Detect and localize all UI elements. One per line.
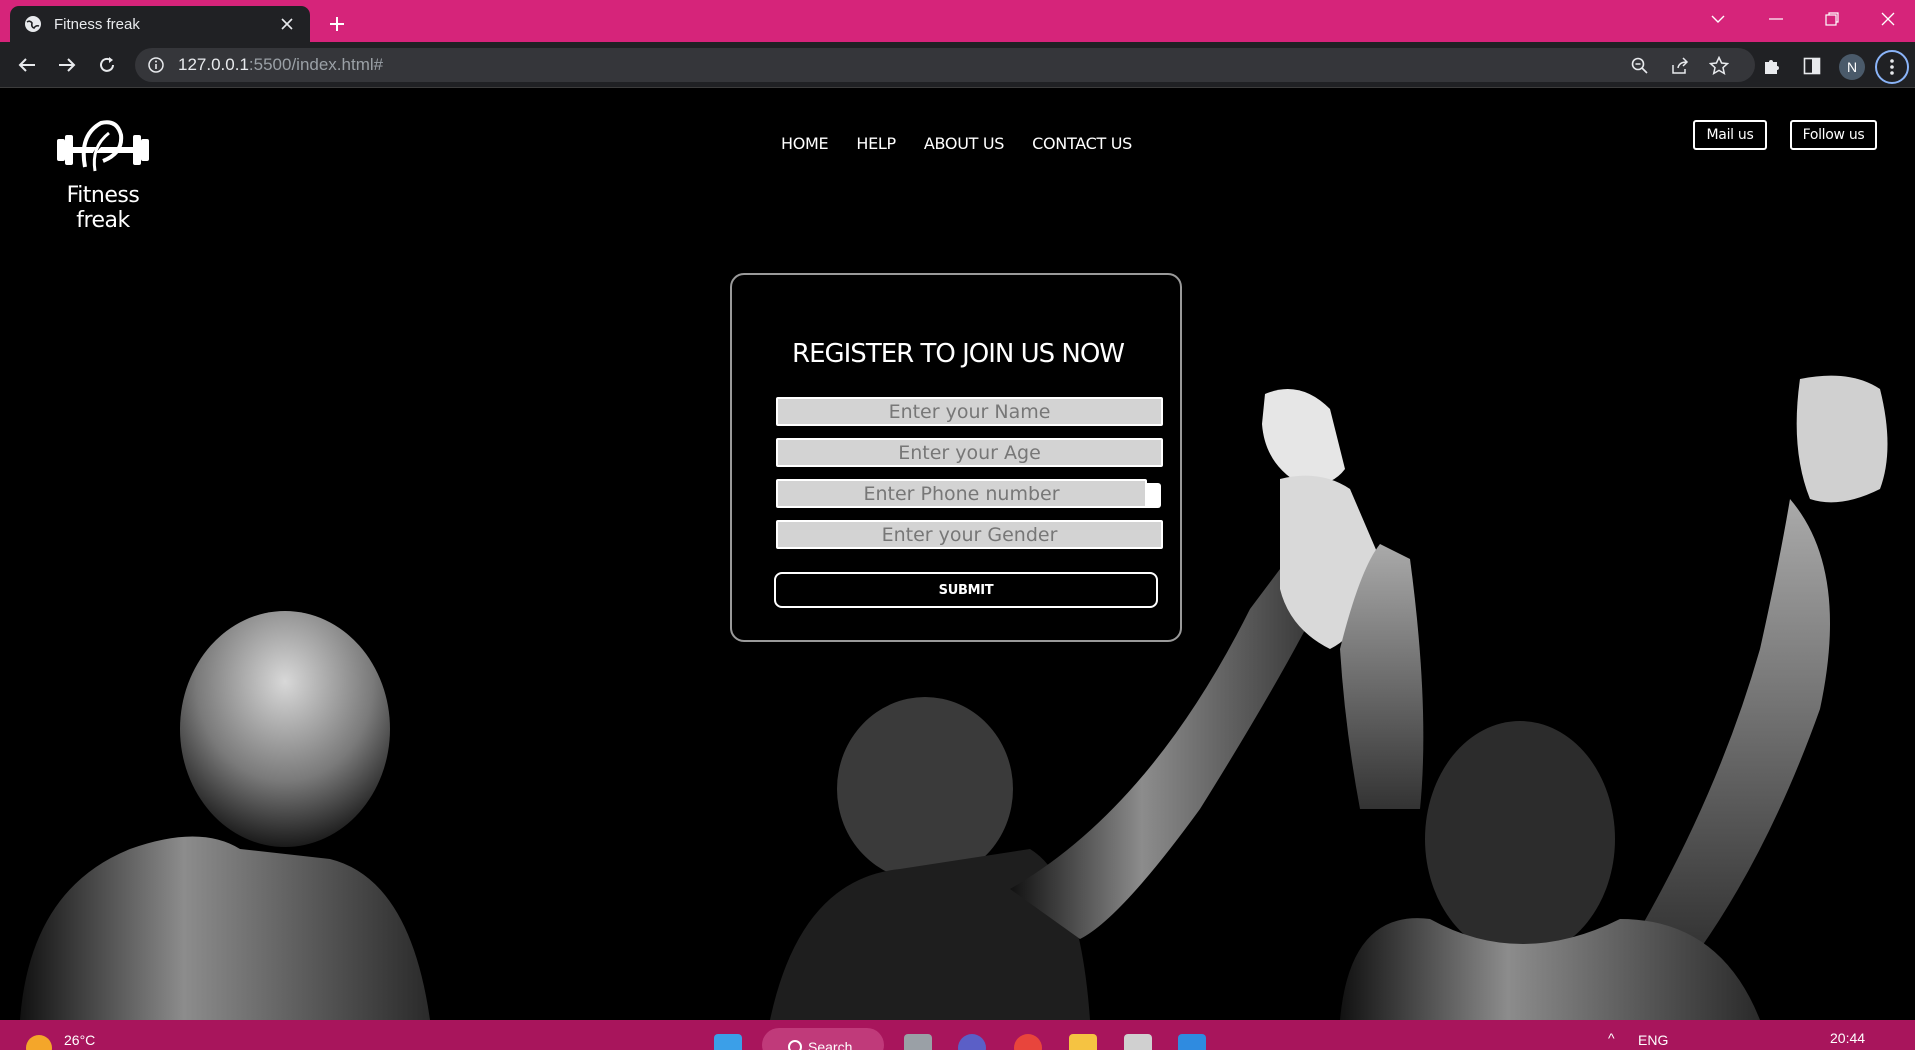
- follow-us-button[interactable]: Follow us: [1790, 120, 1877, 150]
- browser-tabstrip: Fitness freak: [0, 0, 1915, 42]
- browser-menu-icon[interactable]: [1875, 50, 1909, 84]
- new-tab-button[interactable]: [322, 9, 352, 39]
- extensions-puzzle-icon[interactable]: [1760, 54, 1784, 78]
- dumbbell-logo-icon: [57, 120, 149, 172]
- url-text: 127.0.0.1:5500/index.html#: [178, 55, 384, 74]
- taskbar-search[interactable]: Search: [762, 1028, 884, 1050]
- age-input[interactable]: [776, 438, 1163, 467]
- tab-title: Fitness freak: [54, 15, 140, 33]
- forward-arrow-icon[interactable]: [51, 49, 83, 81]
- bookmark-star-icon[interactable]: [1708, 55, 1730, 77]
- tab-search-chevron-icon[interactable]: [1690, 0, 1746, 38]
- page-viewport: Fitness freak HOME HELP ABOUT US CONTACT…: [0, 89, 1915, 1020]
- weather-temperature: 26°C: [64, 1032, 96, 1048]
- close-tab-icon[interactable]: [276, 13, 298, 35]
- browser-tab[interactable]: Fitness freak: [10, 6, 310, 42]
- network-volume-battery-icon[interactable]: [1687, 1036, 1747, 1048]
- submit-button[interactable]: SUBMIT: [774, 572, 1158, 608]
- profile-avatar[interactable]: N: [1839, 54, 1865, 80]
- zoom-icon[interactable]: [1629, 55, 1651, 77]
- globe-icon: [24, 15, 42, 33]
- browser-toolbar: 127.0.0.1:5500/index.html#: [0, 42, 1915, 88]
- search-icon: [788, 1040, 802, 1050]
- input-language[interactable]: ENG: [1638, 1032, 1668, 1048]
- store-icon[interactable]: [1124, 1034, 1152, 1050]
- reload-icon[interactable]: [91, 49, 123, 81]
- back-arrow-icon[interactable]: [11, 49, 43, 81]
- brand-name: Fitness freak: [66, 183, 140, 233]
- file-explorer-icon[interactable]: [1069, 1034, 1097, 1050]
- name-input[interactable]: [776, 397, 1163, 426]
- vscode-icon[interactable]: [1178, 1034, 1206, 1050]
- nav-about-us[interactable]: ABOUT US: [924, 134, 1005, 153]
- site-info-icon[interactable]: [147, 56, 165, 74]
- mail-us-button[interactable]: Mail us: [1693, 120, 1767, 150]
- nav-help[interactable]: HELP: [856, 134, 896, 153]
- address-bar[interactable]: 127.0.0.1:5500/index.html#: [135, 48, 1755, 82]
- minimize-icon[interactable]: [1748, 0, 1804, 38]
- weather-sun-icon[interactable]: [26, 1035, 52, 1050]
- nav-contact-us[interactable]: CONTACT US: [1032, 134, 1132, 153]
- chrome-icon[interactable]: [1014, 1034, 1042, 1050]
- close-window-icon[interactable]: [1860, 0, 1915, 38]
- register-title: REGISTER TO JOIN US NOW: [792, 339, 1125, 369]
- task-view-icon[interactable]: [904, 1034, 932, 1050]
- restore-icon[interactable]: [1804, 0, 1860, 38]
- register-form: REGISTER TO JOIN US NOW SUBMIT: [730, 273, 1182, 642]
- phone-number-spinner[interactable]: [1145, 483, 1161, 508]
- main-nav: HOME HELP ABOUT US CONTACT US: [781, 134, 1132, 153]
- brand[interactable]: Fitness freak: [38, 117, 168, 233]
- side-panel-icon[interactable]: [1800, 54, 1824, 78]
- os-taskbar: 26°C Search ^ ENG 20:44: [0, 1020, 1915, 1050]
- gender-input[interactable]: [776, 520, 1163, 549]
- share-icon[interactable]: [1669, 55, 1691, 77]
- phone-input[interactable]: [776, 479, 1147, 508]
- windows-start-icon[interactable]: [714, 1034, 742, 1050]
- teams-chat-icon[interactable]: [958, 1034, 986, 1050]
- tray-chevron-icon[interactable]: ^: [1608, 1030, 1615, 1046]
- clock-time[interactable]: 20:44: [1830, 1030, 1865, 1046]
- nav-home[interactable]: HOME: [781, 134, 829, 153]
